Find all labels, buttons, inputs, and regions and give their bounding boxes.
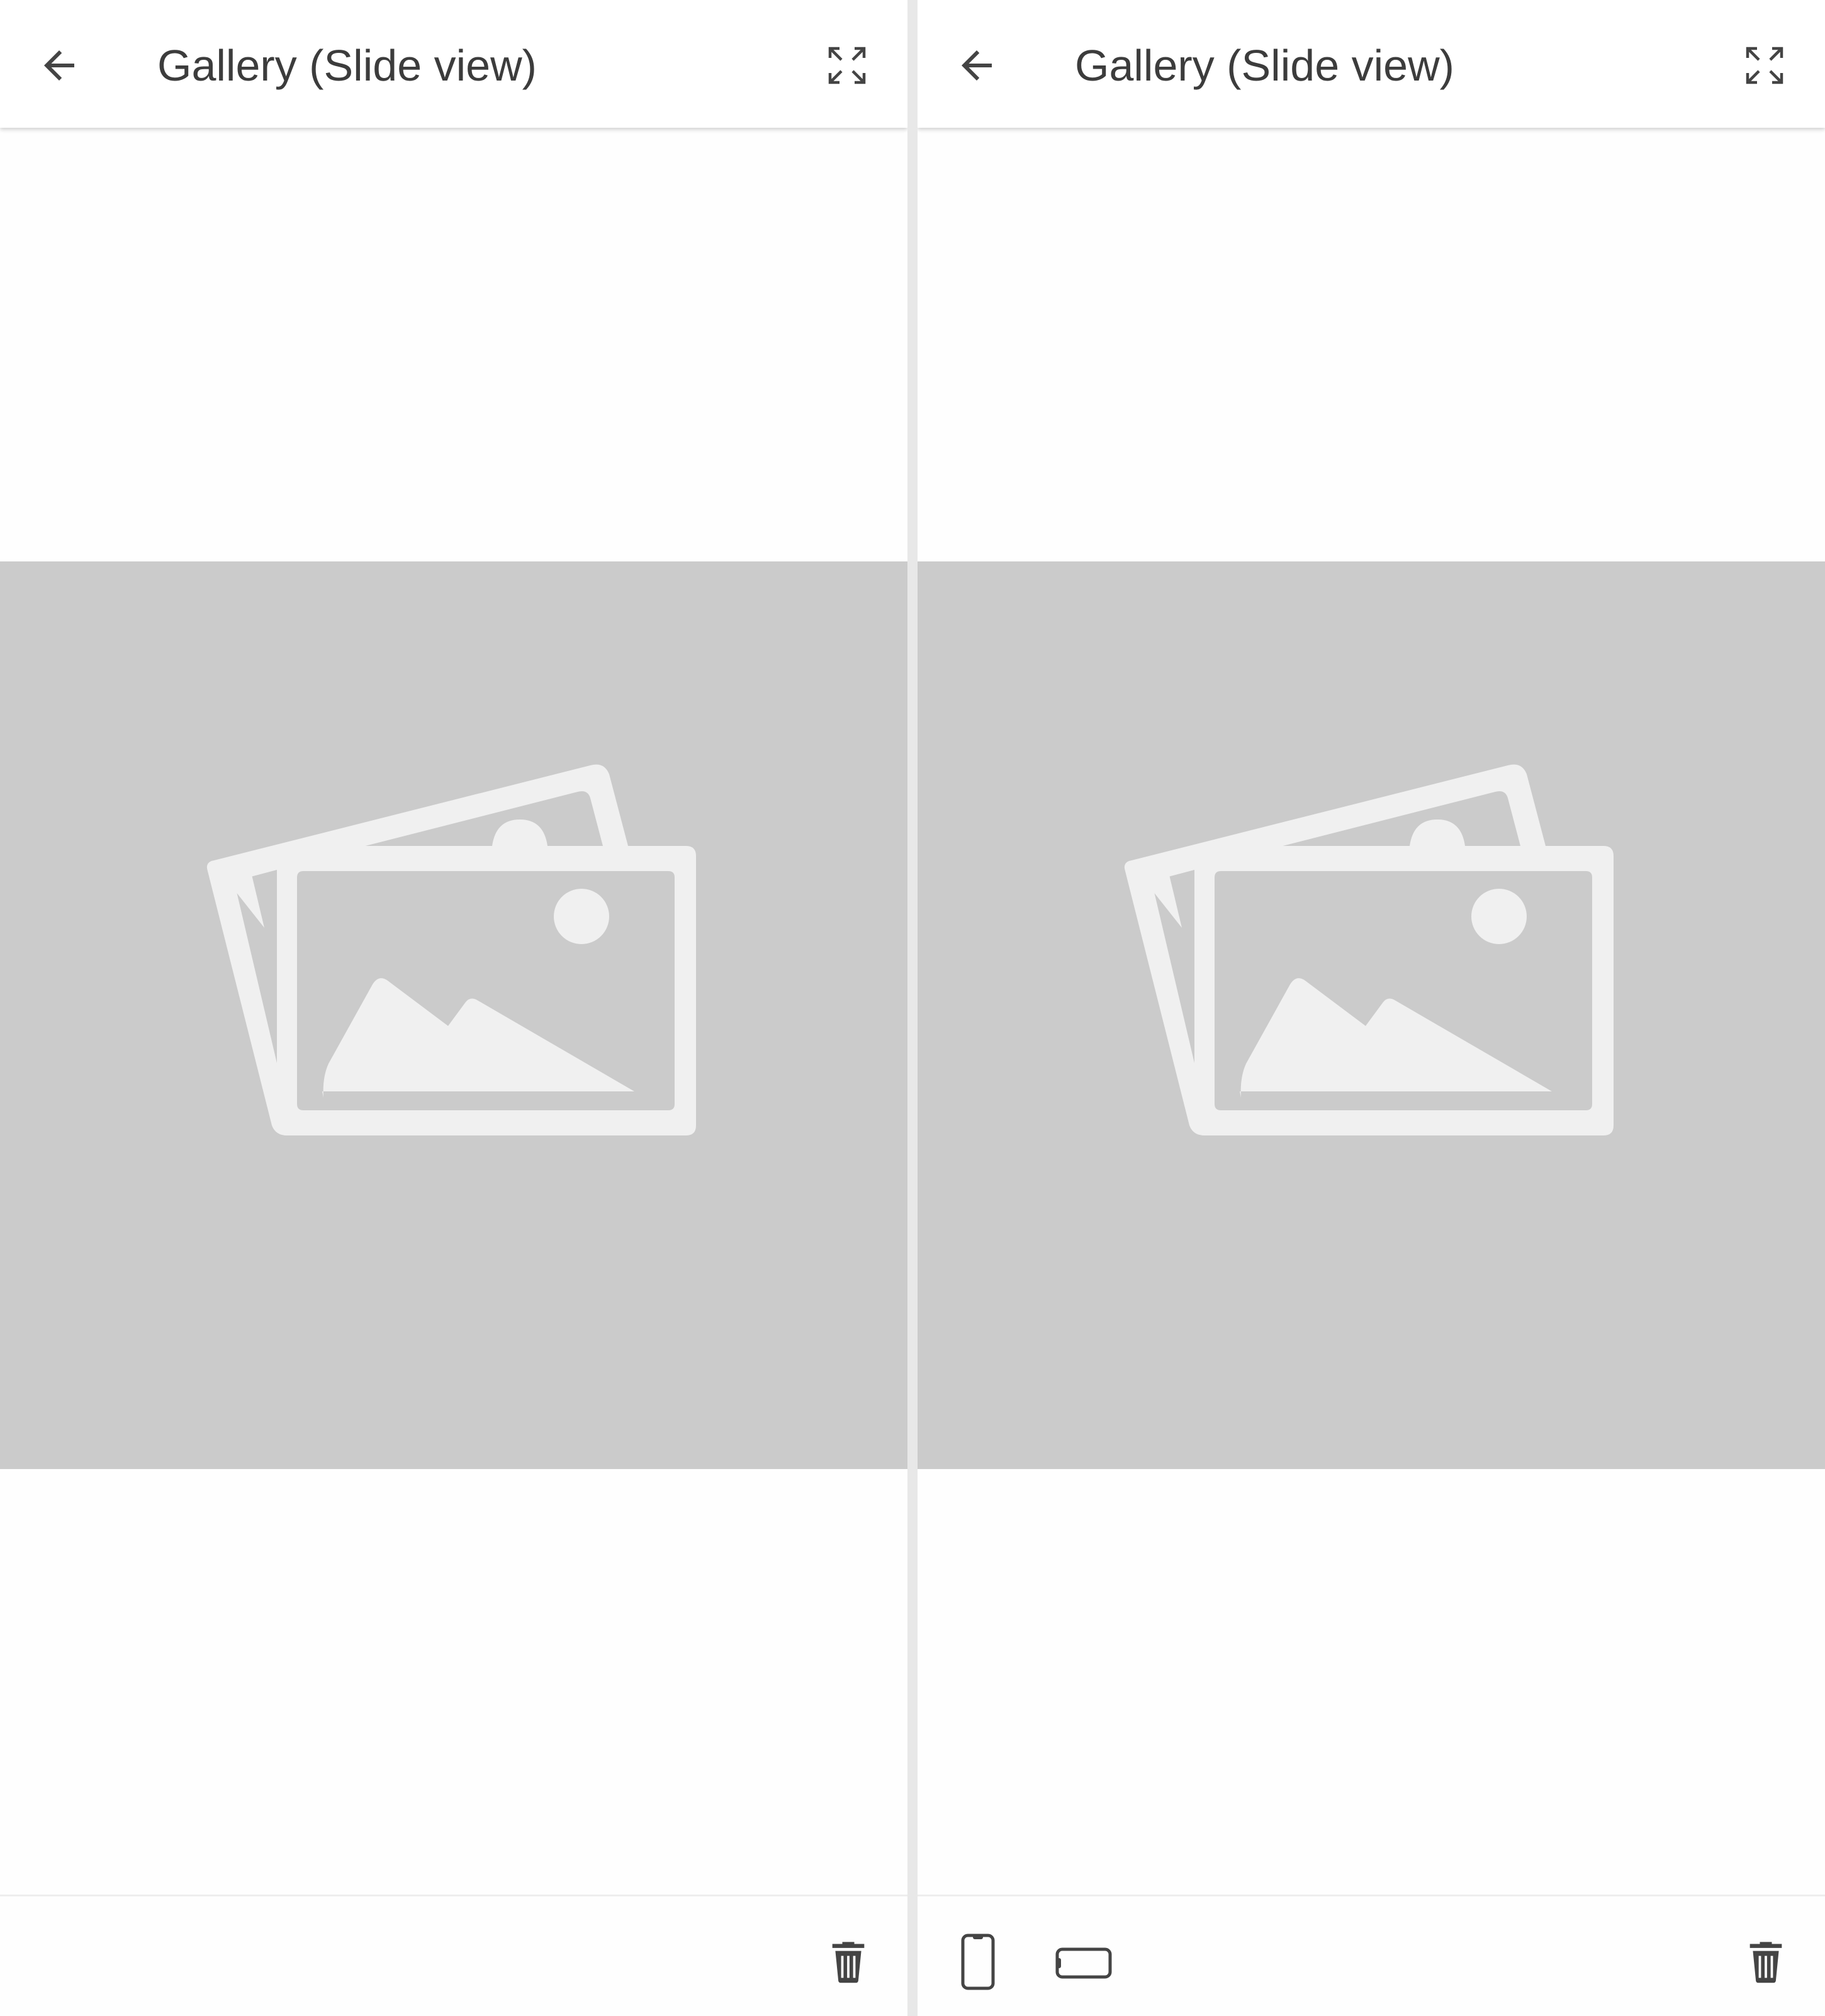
app-bar: Gallery (Slide view) <box>918 0 1825 128</box>
delete-button[interactable] <box>1734 1930 1797 1993</box>
gallery-screen-left: Gallery (Slide view) <box>0 0 907 2016</box>
image-placeholder-icon <box>206 764 696 1135</box>
fullscreen-icon <box>1746 47 1783 84</box>
delete-button[interactable] <box>817 1930 880 1993</box>
fullscreen-icon <box>828 47 866 84</box>
fullscreen-button[interactable] <box>1734 35 1795 96</box>
arrow-back-icon <box>44 50 74 81</box>
arrow-back-icon <box>962 50 992 81</box>
back-button[interactable] <box>946 35 1007 96</box>
screens-container: Gallery (Slide view) Gallery (Slide view… <box>0 0 1825 2016</box>
page-title: Gallery (Slide view) <box>1075 41 1454 90</box>
slide-viewport[interactable] <box>0 130 907 1892</box>
app-bar: Gallery (Slide view) <box>0 0 907 128</box>
image-slide[interactable] <box>0 561 907 1469</box>
image-slide[interactable] <box>918 561 1825 1469</box>
image-placeholder-icon <box>1124 764 1614 1135</box>
delete-icon <box>832 1942 865 1983</box>
landscape-orientation-button[interactable] <box>1052 1930 1115 1993</box>
bottom-toolbar <box>918 1895 1825 2016</box>
gallery-screen-right: Gallery (Slide view) <box>918 0 1825 2016</box>
fullscreen-button[interactable] <box>817 35 877 96</box>
phone-portrait-icon <box>961 1934 995 1990</box>
phone-landscape-icon <box>1055 1947 1112 1979</box>
slide-viewport[interactable] <box>918 130 1825 1892</box>
portrait-orientation-button[interactable] <box>946 1930 1009 1993</box>
back-button[interactable] <box>29 35 89 96</box>
page-title: Gallery (Slide view) <box>157 41 537 90</box>
delete-icon <box>1749 1942 1782 1983</box>
bottom-toolbar <box>0 1895 907 2016</box>
